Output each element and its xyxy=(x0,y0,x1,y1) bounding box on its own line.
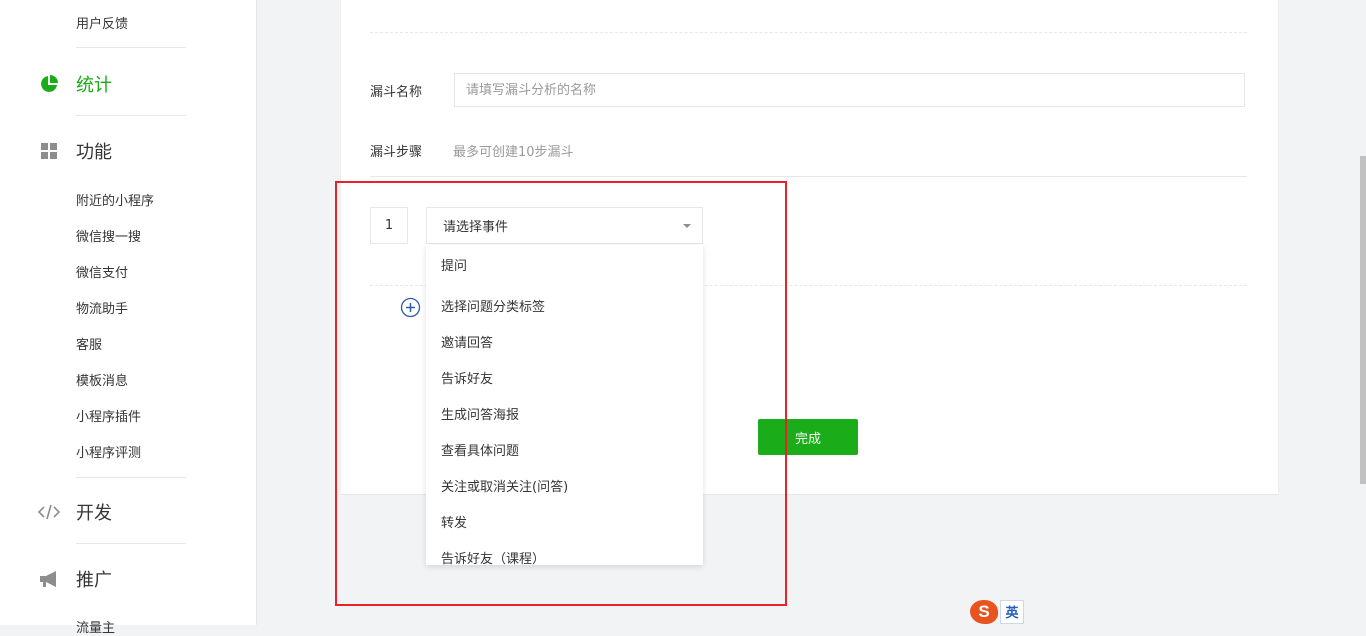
sidebar-divider xyxy=(76,543,186,544)
sidebar-divider xyxy=(76,477,186,478)
sidebar-item-search[interactable]: 微信搜一搜 xyxy=(76,226,141,245)
step-number: 1 xyxy=(370,207,408,244)
sidebar-item-promo-label: 推广 xyxy=(76,570,112,591)
dropdown-option[interactable]: 关注或取消关注(问答) xyxy=(426,465,703,501)
event-dropdown: 提问 选择问题分类标签 邀请回答 告诉好友 生成问答海报 查看具体问题 关注或取… xyxy=(426,245,703,565)
sidebar-item-dev[interactable]: 开发 xyxy=(38,499,112,525)
sidebar-item-stats[interactable]: 统计 xyxy=(38,71,112,97)
dropdown-option[interactable]: 提问 xyxy=(426,245,703,285)
dropdown-option[interactable]: 告诉好友（课程） xyxy=(426,537,703,565)
ime-language: 英 xyxy=(1000,599,1024,624)
section-divider xyxy=(370,176,1247,177)
section-divider xyxy=(370,32,1247,33)
code-icon xyxy=(38,501,60,523)
funnel-steps-label: 漏斗步骤 xyxy=(370,145,423,160)
sidebar-item-dev-label: 开发 xyxy=(76,503,112,524)
megaphone-icon xyxy=(38,568,60,590)
done-button[interactable]: 完成 xyxy=(758,419,858,455)
dropdown-option[interactable]: 选择问题分类标签 xyxy=(426,285,703,321)
sidebar-item-pay[interactable]: 微信支付 xyxy=(76,262,128,281)
grid-icon xyxy=(38,140,60,162)
sidebar-divider xyxy=(76,47,186,48)
sidebar-item-customer-service[interactable]: 客服 xyxy=(76,334,102,353)
dropdown-option[interactable]: 转发 xyxy=(426,501,703,537)
sidebar-item-traffic[interactable]: 流量主 xyxy=(76,617,115,636)
sidebar-item-nearby[interactable]: 附近的小程序 xyxy=(76,190,154,209)
sidebar-item-logistics[interactable]: 物流助手 xyxy=(76,298,128,317)
funnel-steps-hint: 最多可创建10步漏斗 xyxy=(453,145,574,160)
event-select-value: 请选择事件 xyxy=(443,220,509,235)
funnel-name-input[interactable] xyxy=(454,73,1245,107)
sidebar-item-feedback[interactable]: 用户反馈 xyxy=(76,13,128,32)
sidebar-item-features-label: 功能 xyxy=(76,142,112,163)
add-step-icon[interactable] xyxy=(400,297,421,318)
sidebar-item-template-msg[interactable]: 模板消息 xyxy=(76,370,128,389)
dropdown-option[interactable]: 查看具体问题 xyxy=(426,429,703,465)
sidebar-divider xyxy=(76,115,186,116)
sidebar-item-review[interactable]: 小程序评测 xyxy=(76,442,141,461)
sidebar: 用户反馈 统计 功能 附近的小程序 微信搜一搜 微信支付 物流助手 客服 模板消… xyxy=(0,0,257,636)
funnel-name-label: 漏斗名称 xyxy=(370,85,423,100)
sidebar-item-features[interactable]: 功能 xyxy=(38,138,112,164)
scrollbar-thumb[interactable] xyxy=(1360,156,1366,484)
ime-indicator[interactable]: S 英 xyxy=(970,598,1024,625)
pie-chart-icon xyxy=(38,73,60,95)
sidebar-item-plugins[interactable]: 小程序插件 xyxy=(76,406,141,425)
sidebar-item-promo[interactable]: 推广 xyxy=(38,566,112,592)
sidebar-item-stats-label: 统计 xyxy=(76,75,112,96)
caret-down-icon xyxy=(683,224,691,228)
dropdown-option[interactable]: 生成问答海报 xyxy=(426,393,703,429)
dropdown-option[interactable]: 告诉好友 xyxy=(426,357,703,393)
dropdown-option[interactable]: 邀请回答 xyxy=(426,321,703,357)
event-select[interactable]: 请选择事件 xyxy=(426,207,703,244)
sogou-logo-icon: S xyxy=(970,599,998,624)
